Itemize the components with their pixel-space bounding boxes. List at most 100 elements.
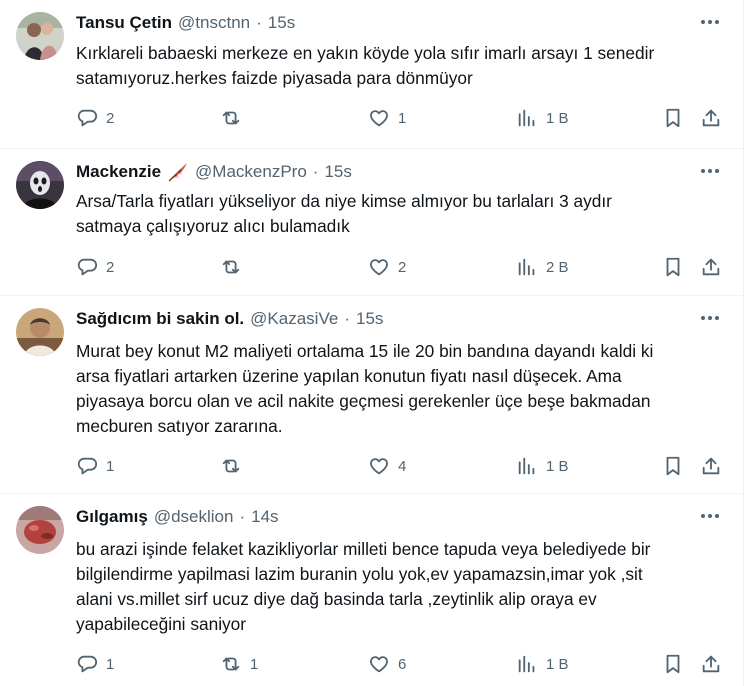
tweet[interactable]: Gılgamış @dseklion · 14s bu arazi işinde… xyxy=(0,494,744,686)
bookmark-button[interactable] xyxy=(662,652,684,676)
views-count: 1 B xyxy=(546,457,569,475)
like-button[interactable]: 4 xyxy=(368,454,406,478)
tweet-header: Mackenzie @MackenzPro · 15s xyxy=(76,161,352,183)
tweet-text: Murat bey konut M2 maliyeti ortalama 15 … xyxy=(76,341,654,436)
author-name[interactable]: Mackenzie xyxy=(76,162,161,182)
feather-icon xyxy=(167,162,189,182)
tweet[interactable]: Tansu Çetin @tnsctnn · 15s Kırklareli ba… xyxy=(0,0,744,149)
like-icon xyxy=(370,259,388,276)
views-icon xyxy=(518,109,535,127)
tweet-header: Tansu Çetin @tnsctnn · 15s xyxy=(76,12,295,34)
like-count: 2 xyxy=(398,258,407,276)
views-button[interactable]: 1 B xyxy=(516,454,569,478)
reply-count: 1 xyxy=(106,655,115,673)
views-count: 1 B xyxy=(546,655,569,673)
share-button[interactable] xyxy=(700,255,722,279)
repost-icon xyxy=(222,459,240,473)
views-button[interactable]: 2 B xyxy=(516,255,569,279)
views-count: 1 B xyxy=(546,109,569,127)
share-icon xyxy=(702,655,720,673)
like-icon xyxy=(370,458,388,475)
reply-button[interactable]: 1 xyxy=(76,454,114,478)
reply-button[interactable]: 2 xyxy=(76,106,114,130)
bookmark-button[interactable] xyxy=(662,255,684,279)
like-count: 4 xyxy=(398,457,407,475)
more-icon[interactable] xyxy=(698,506,722,526)
views-button[interactable]: 1 B xyxy=(516,106,569,130)
share-button[interactable] xyxy=(700,652,722,676)
bookmark-button[interactable] xyxy=(662,106,684,130)
bookmark-icon xyxy=(666,257,680,277)
separator: · xyxy=(312,162,319,181)
author-name[interactable]: Gılgamış xyxy=(76,507,148,527)
reply-icon xyxy=(77,655,97,673)
views-icon xyxy=(518,258,535,276)
repost-button[interactable]: 1 xyxy=(220,652,258,676)
like-button[interactable]: 2 xyxy=(368,255,406,279)
action-bar: 1 4 1 B xyxy=(76,454,736,478)
repost-count: 1 xyxy=(250,655,259,673)
bookmark-icon xyxy=(666,654,680,674)
tweet-text: Arsa/Tarla fiyatları yükseliyor da niye … xyxy=(76,191,612,236)
separator: · xyxy=(256,13,262,32)
like-icon xyxy=(370,110,388,127)
like-count: 1 xyxy=(398,109,407,127)
tweet[interactable]: Mackenzie @MackenzPro · 15s Arsa/Tarla f… xyxy=(0,149,744,296)
like-button[interactable]: 1 xyxy=(368,106,406,130)
tweet[interactable]: Sağdıcım bi sakin ol. @KazasiVe · 15s Mu… xyxy=(0,296,744,494)
reply-button[interactable]: 1 xyxy=(76,652,114,676)
timestamp[interactable]: 15s xyxy=(324,162,351,182)
more-icon[interactable] xyxy=(698,12,722,32)
action-bar: 2 2 2 B xyxy=(76,255,736,279)
views-icon xyxy=(518,457,535,475)
reply-icon xyxy=(77,258,97,276)
bookmark-button[interactable] xyxy=(662,454,684,478)
views-button[interactable]: 1 B xyxy=(516,652,569,676)
share-button[interactable] xyxy=(700,106,722,130)
tweet-text: bu arazi işinde felaket kazikliyorlar mi… xyxy=(76,539,651,634)
author-handle[interactable]: @tnsctnn xyxy=(178,13,250,33)
timeline: Tansu Çetin @tnsctnn · 15s Kırklareli ba… xyxy=(0,0,744,686)
tweet-text: Kırklareli babaeski merkeze en yakın köy… xyxy=(76,43,655,88)
bookmark-icon xyxy=(666,456,680,476)
repost-icon xyxy=(222,260,240,274)
like-icon xyxy=(370,656,388,673)
reply-count: 2 xyxy=(106,258,115,276)
tweet-header: Gılgamış @dseklion · 14s xyxy=(76,506,279,528)
timestamp[interactable]: 15s xyxy=(356,309,383,329)
reply-count: 2 xyxy=(106,109,115,127)
share-icon xyxy=(702,457,720,475)
avatar[interactable] xyxy=(16,12,64,60)
repost-icon xyxy=(222,111,240,125)
share-icon xyxy=(702,258,720,276)
views-count: 2 B xyxy=(546,258,569,276)
action-bar: 2 1 1 B xyxy=(76,106,736,130)
views-icon xyxy=(518,655,535,673)
more-icon[interactable] xyxy=(698,161,722,181)
author-name[interactable]: Sağdıcım bi sakin ol. xyxy=(76,309,244,329)
more-icon[interactable] xyxy=(698,308,722,328)
reply-button[interactable]: 2 xyxy=(76,255,114,279)
author-handle[interactable]: @MackenzPro xyxy=(195,162,307,182)
author-handle[interactable]: @dseklion xyxy=(154,507,234,527)
timestamp[interactable]: 14s xyxy=(251,507,278,527)
author-handle[interactable]: @KazasiVe xyxy=(250,309,338,329)
repost-button[interactable] xyxy=(220,454,250,478)
share-button[interactable] xyxy=(700,454,722,478)
separator: · xyxy=(239,507,246,526)
author-name[interactable]: Tansu Çetin xyxy=(76,13,172,33)
share-icon xyxy=(702,109,720,127)
repost-button[interactable] xyxy=(220,255,250,279)
reply-icon xyxy=(77,457,97,475)
avatar[interactable] xyxy=(16,308,64,356)
avatar[interactable] xyxy=(16,161,64,209)
repost-button[interactable] xyxy=(220,106,250,130)
like-button[interactable]: 6 xyxy=(368,652,406,676)
repost-icon xyxy=(222,657,240,671)
avatar[interactable] xyxy=(16,506,64,554)
bookmark-icon xyxy=(666,108,680,128)
reply-count: 1 xyxy=(106,457,115,475)
tweet-header: Sağdıcım bi sakin ol. @KazasiVe · 15s xyxy=(76,308,383,330)
timestamp[interactable]: 15s xyxy=(268,13,295,33)
separator: · xyxy=(344,309,350,328)
